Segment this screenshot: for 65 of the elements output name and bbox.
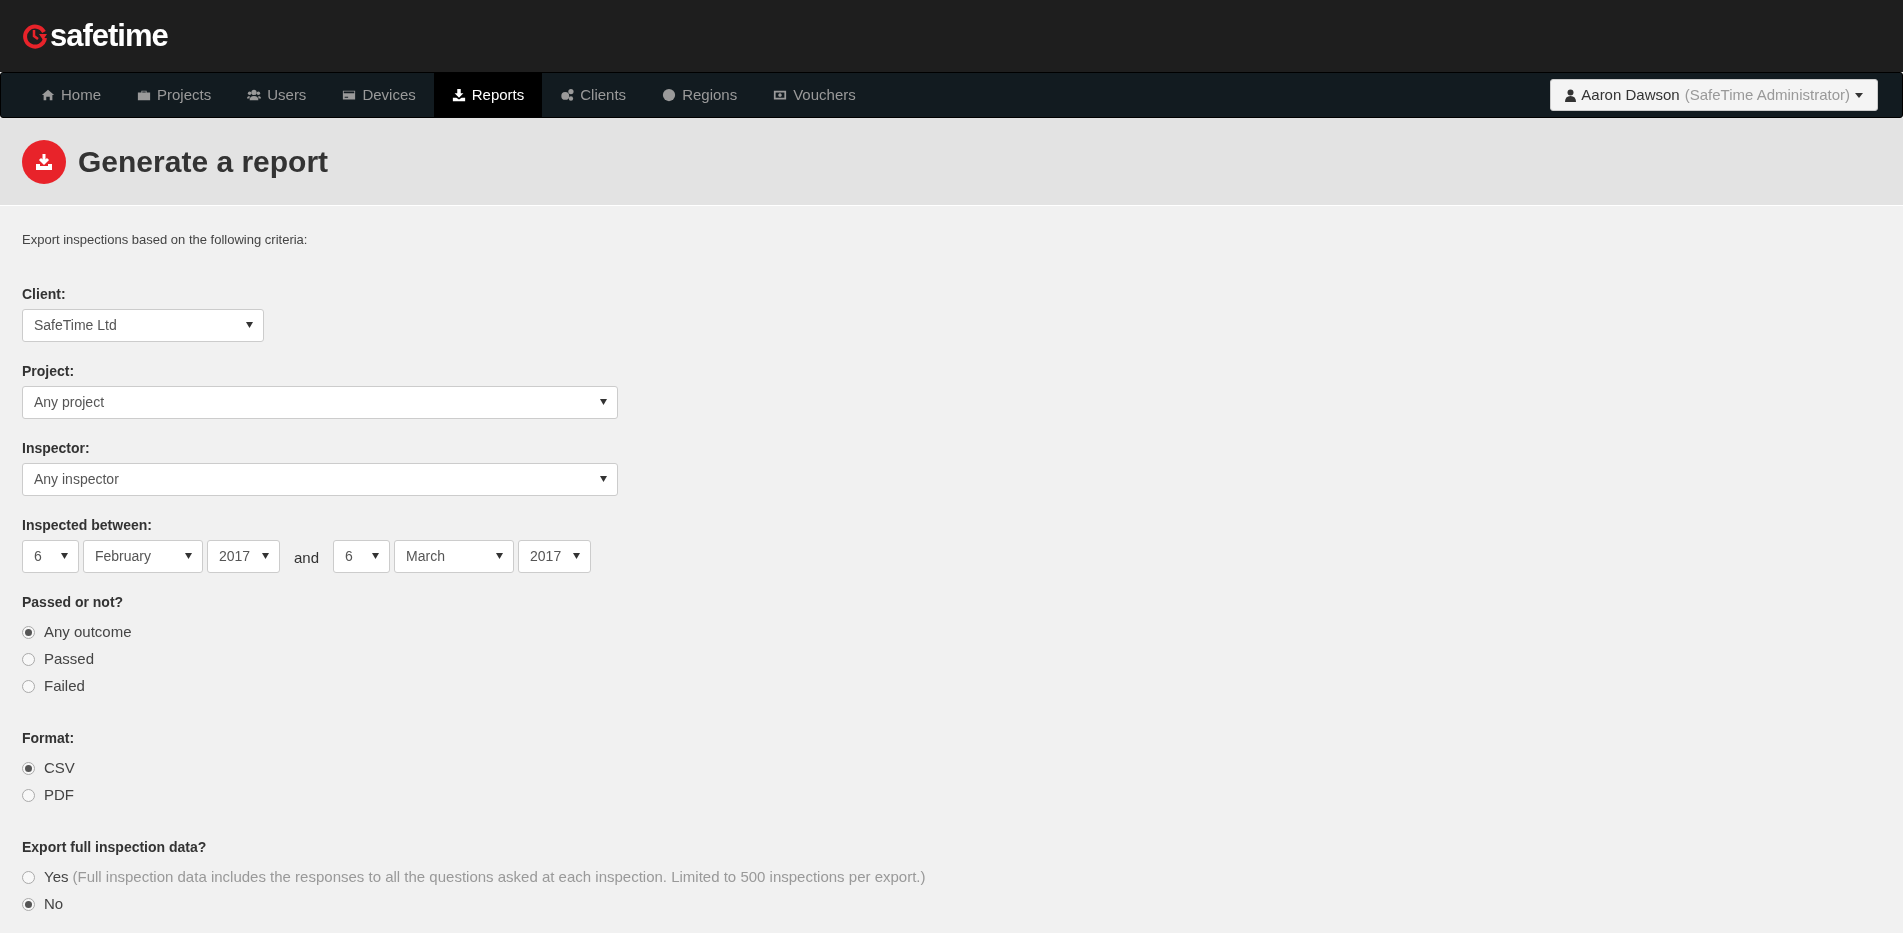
option-label[interactable]: PDF (44, 783, 74, 807)
person-icon (1565, 88, 1577, 102)
caret-icon (496, 553, 504, 559)
radio-button[interactable] (22, 897, 35, 911)
select-field[interactable]: February (83, 539, 203, 573)
briefcase-icon (137, 88, 151, 102)
radio-button[interactable] (22, 761, 35, 775)
select-field[interactable]: SafeTime Ltd (22, 308, 264, 342)
option-label[interactable]: Any outcome (44, 620, 132, 644)
field-label: Project: (22, 361, 76, 381)
nav-tab[interactable]: Reports (433, 73, 543, 117)
select-field[interactable]: 2017 (518, 539, 592, 573)
group-label: Export full inspection data? (22, 837, 208, 857)
nav-tab[interactable]: Devices (324, 73, 434, 117)
field-label: Inspector: (22, 438, 91, 458)
nav-tab[interactable]: Projects (119, 73, 230, 117)
caret-icon (61, 553, 68, 559)
option-label[interactable]: Failed (44, 674, 85, 698)
nav-tab[interactable]: Home (23, 73, 119, 117)
caret-icon (246, 322, 253, 328)
caret-icon (600, 399, 607, 405)
nav-tab[interactable]: Clients (542, 73, 645, 117)
caret-icon (573, 553, 581, 559)
select-field[interactable]: Any inspector (22, 462, 618, 496)
caret-icon (600, 476, 607, 482)
user-role: (SafeTime Administrator) (1684, 84, 1850, 105)
users-icon (247, 88, 262, 102)
radio-button[interactable] (22, 625, 35, 639)
banknote-icon (773, 88, 788, 102)
select-field[interactable]: Any project (22, 385, 618, 419)
group-label: Passed or not? (22, 592, 125, 612)
radio-button[interactable] (22, 652, 35, 666)
caret-icon (185, 553, 192, 559)
select-field[interactable]: 2017 (207, 539, 280, 573)
option-note: (Full inspection data includes the responses to all the questions asked at each inspection. Limited to 500 inspections per export.) (72, 866, 926, 887)
radio-button[interactable] (22, 679, 35, 693)
radio-button[interactable] (22, 870, 35, 884)
nav-tab[interactable]: Regions (644, 73, 756, 117)
clock-logo-icon (22, 23, 48, 49)
field-label: Client: (22, 284, 67, 304)
caret-icon (1855, 92, 1863, 98)
download-icon (451, 88, 466, 102)
joiner-text: and (293, 547, 321, 568)
logo-text: safetime (50, 16, 168, 55)
home-icon (41, 88, 55, 102)
caret-icon (372, 553, 380, 559)
user-menu-button[interactable]: Aaron Dawson (SafeTime Administrator) (1550, 79, 1878, 111)
intro-text: Export inspections based on the following criteria: (22, 231, 309, 249)
select-field[interactable]: March (394, 539, 515, 573)
page-title: Generate a report (78, 144, 329, 180)
select-field[interactable]: 6 (22, 539, 79, 573)
user-name: Aaron Dawson (1581, 84, 1680, 105)
field-label: Inspected between: (22, 515, 153, 535)
option-label[interactable]: CSV (44, 756, 75, 780)
caret-icon (262, 553, 269, 559)
option-label[interactable]: No (44, 892, 64, 916)
download-icon (22, 139, 66, 184)
option-label[interactable]: Passed (44, 647, 95, 671)
select-field[interactable]: 6 (333, 539, 391, 573)
radio-button[interactable] (22, 788, 35, 802)
card-icon (342, 88, 357, 102)
option-label[interactable]: Yes (44, 865, 69, 889)
nav-tab[interactable]: Vouchers (755, 73, 874, 117)
nav-tab[interactable]: Users (229, 73, 325, 117)
group-label: Format: (22, 728, 76, 748)
